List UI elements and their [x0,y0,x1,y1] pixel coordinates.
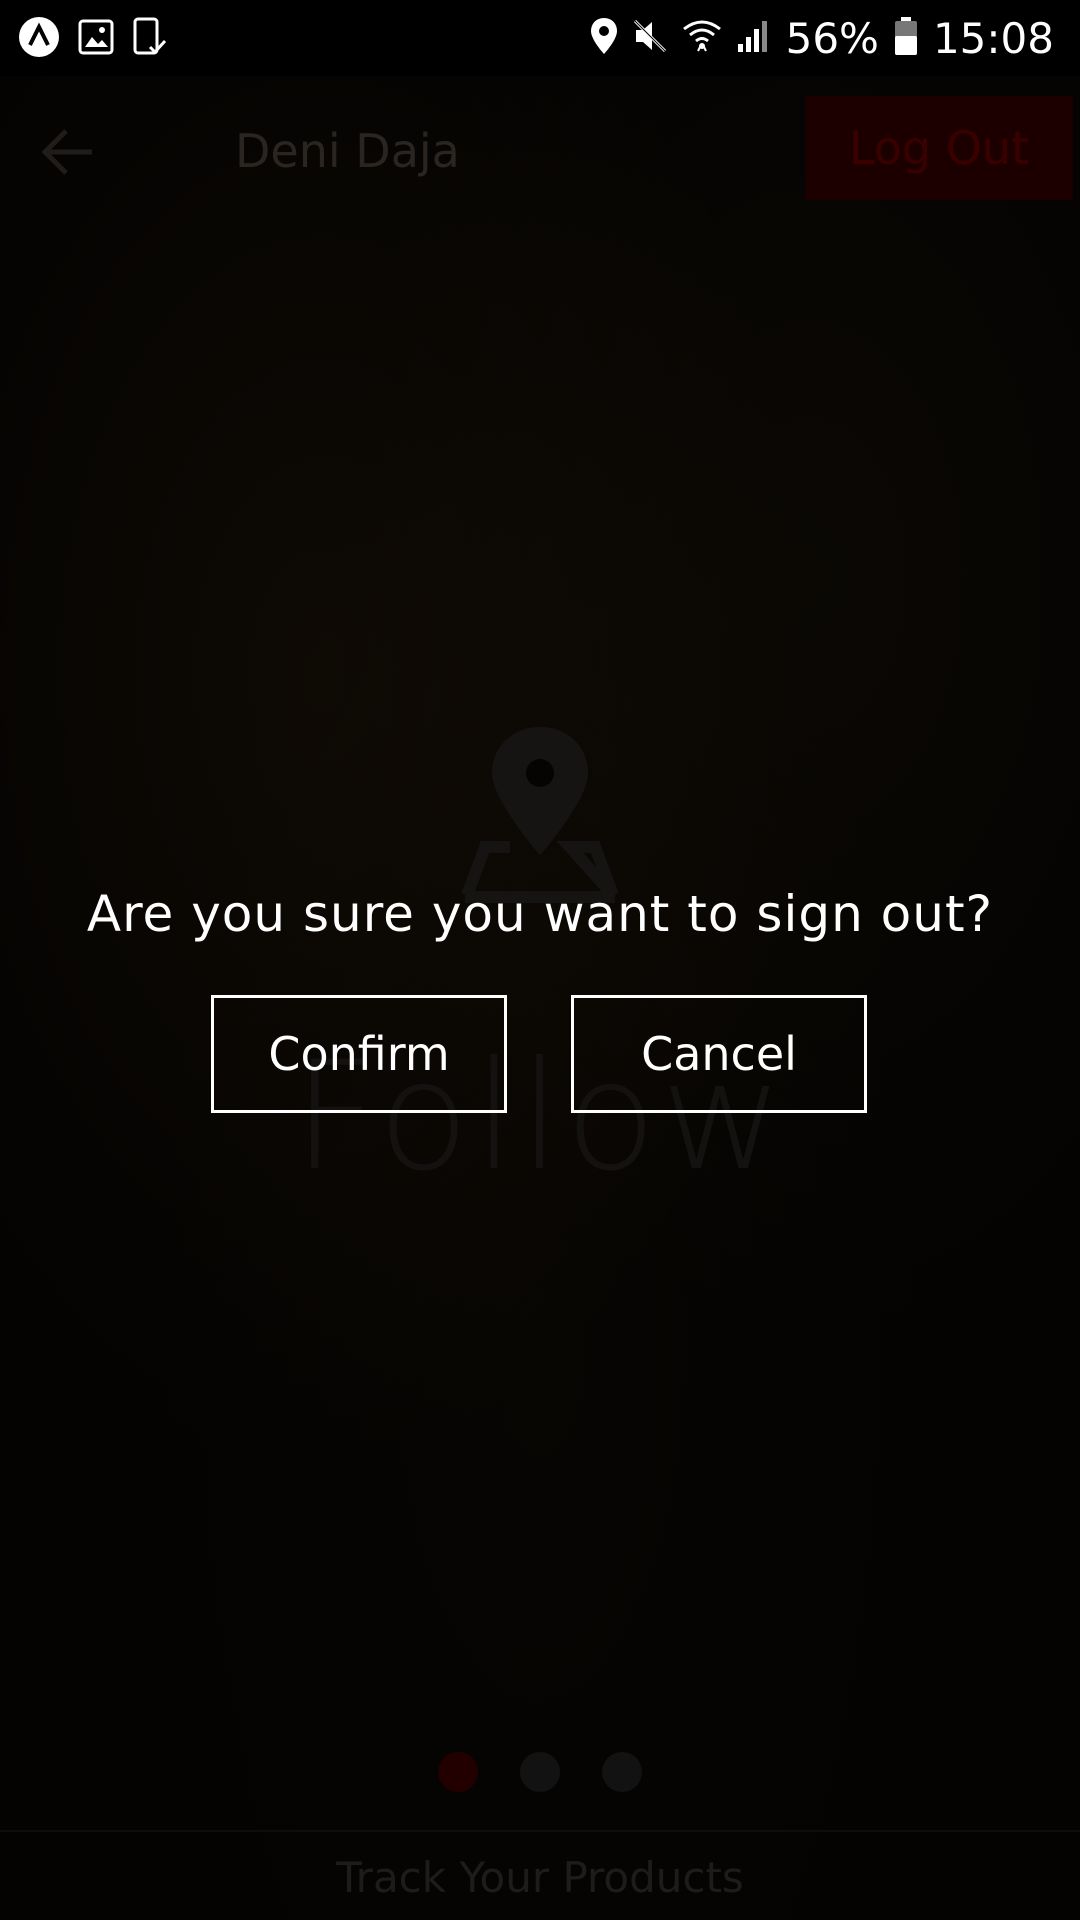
background-image [0,0,1080,1920]
cancel-button[interactable]: Cancel [571,995,867,1113]
track-products-label: Track Your Products [336,1852,744,1902]
battery-icon [893,16,919,60]
logo-wordmark: Follow [292,1030,788,1204]
location-pin-logo-icon [455,725,625,909]
page-title: Deni Daja [235,124,460,178]
battery-percent: 56% [785,13,879,63]
bottom-bar[interactable]: Track Your Products [0,1830,1080,1920]
page-dot-3[interactable] [602,1752,642,1792]
sign-out-question: Are you sure you want to sign out? [86,885,994,943]
device-check-icon [132,17,168,61]
gallery-icon [78,18,114,60]
app-screen: 56% 15:08 Deni Daja Log Out Follow Are y… [0,0,1080,1920]
signal-icon [736,18,772,58]
page-indicator [0,1752,1080,1792]
wifi-icon [682,17,722,59]
back-arrow-icon[interactable] [40,126,96,182]
status-left-icons [18,16,168,62]
logout-button[interactable]: Log Out [805,96,1073,200]
page-dot-2[interactable] [520,1752,560,1792]
status-right-icons: 56% 15:08 [590,10,1054,66]
app-notification-icon [18,16,60,62]
clock: 15:08 [932,13,1054,63]
mute-icon [632,18,668,58]
app-header: Deni Daja Log Out [0,76,1080,226]
page-dot-1[interactable] [438,1752,478,1792]
confirm-button[interactable]: Confirm [211,995,507,1113]
location-icon [590,17,618,59]
status-bar: 56% 15:08 [0,0,1080,76]
